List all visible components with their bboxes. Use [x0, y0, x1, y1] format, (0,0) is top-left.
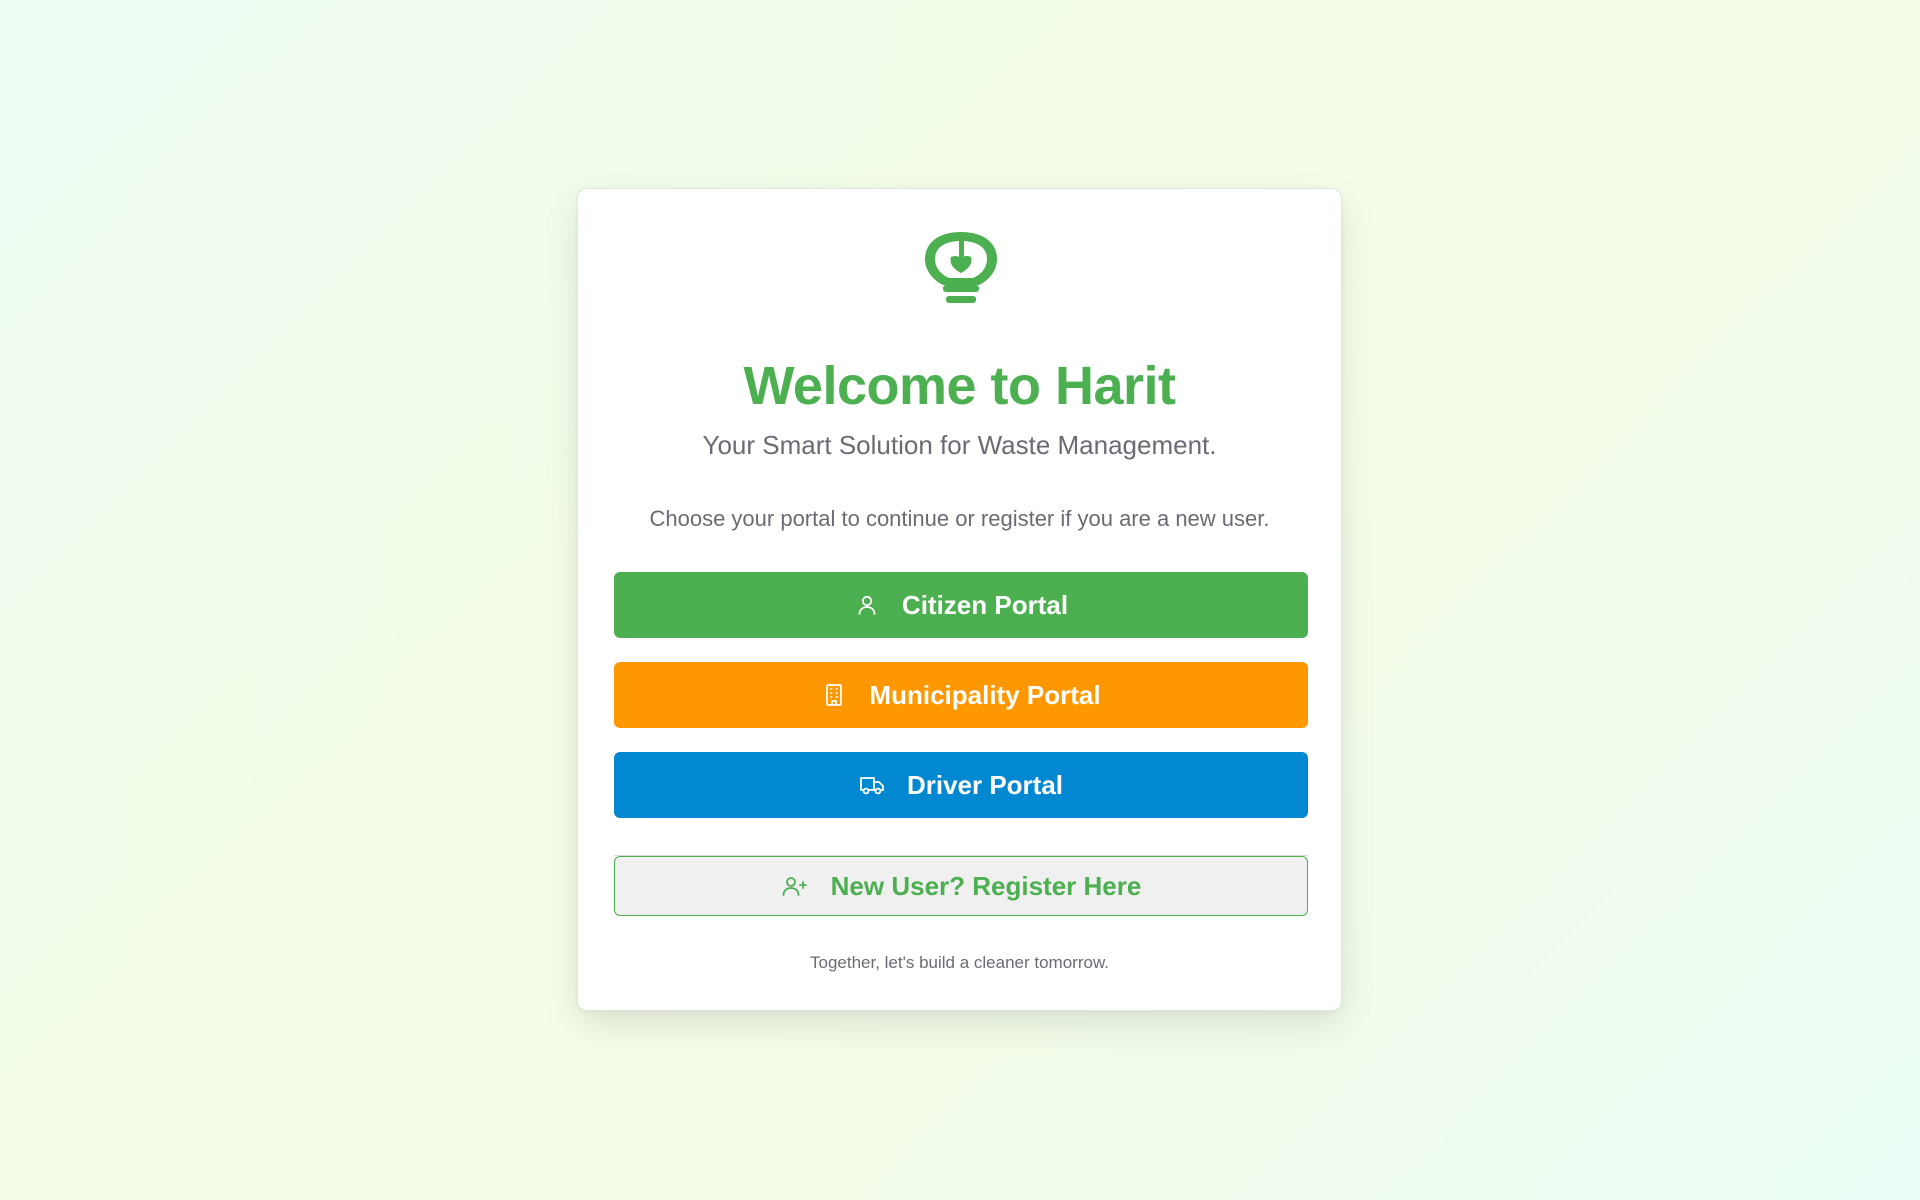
register-label: New User? Register Here: [830, 870, 1142, 901]
welcome-card: Welcome to Harit Your Smart Solution for…: [577, 188, 1342, 1011]
driver-portal-button[interactable]: Driver Portal: [614, 752, 1308, 818]
citizen-portal-label: Citizen Portal: [901, 589, 1069, 620]
leaf-bulb-icon: [921, 227, 1001, 317]
building-icon: [821, 682, 847, 708]
user-icon: [854, 592, 880, 618]
municipality-portal-button[interactable]: Municipality Portal: [614, 662, 1308, 728]
truck-icon: [859, 772, 885, 798]
page-subtitle: Your Smart Solution for Waste Management…: [702, 430, 1217, 460]
footer-tagline: Together, let's build a cleaner tomorrow…: [809, 953, 1110, 972]
register-button[interactable]: New User? Register Here: [614, 856, 1308, 916]
driver-portal-label: Driver Portal: [906, 769, 1064, 800]
portal-instruction: Choose your portal to continue or regist…: [649, 506, 1270, 531]
citizen-portal-button[interactable]: Citizen Portal: [614, 572, 1308, 638]
page-title: Welcome to Harit: [743, 356, 1176, 416]
municipality-portal-label: Municipality Portal: [869, 679, 1101, 710]
user-plus-icon: [781, 873, 809, 899]
